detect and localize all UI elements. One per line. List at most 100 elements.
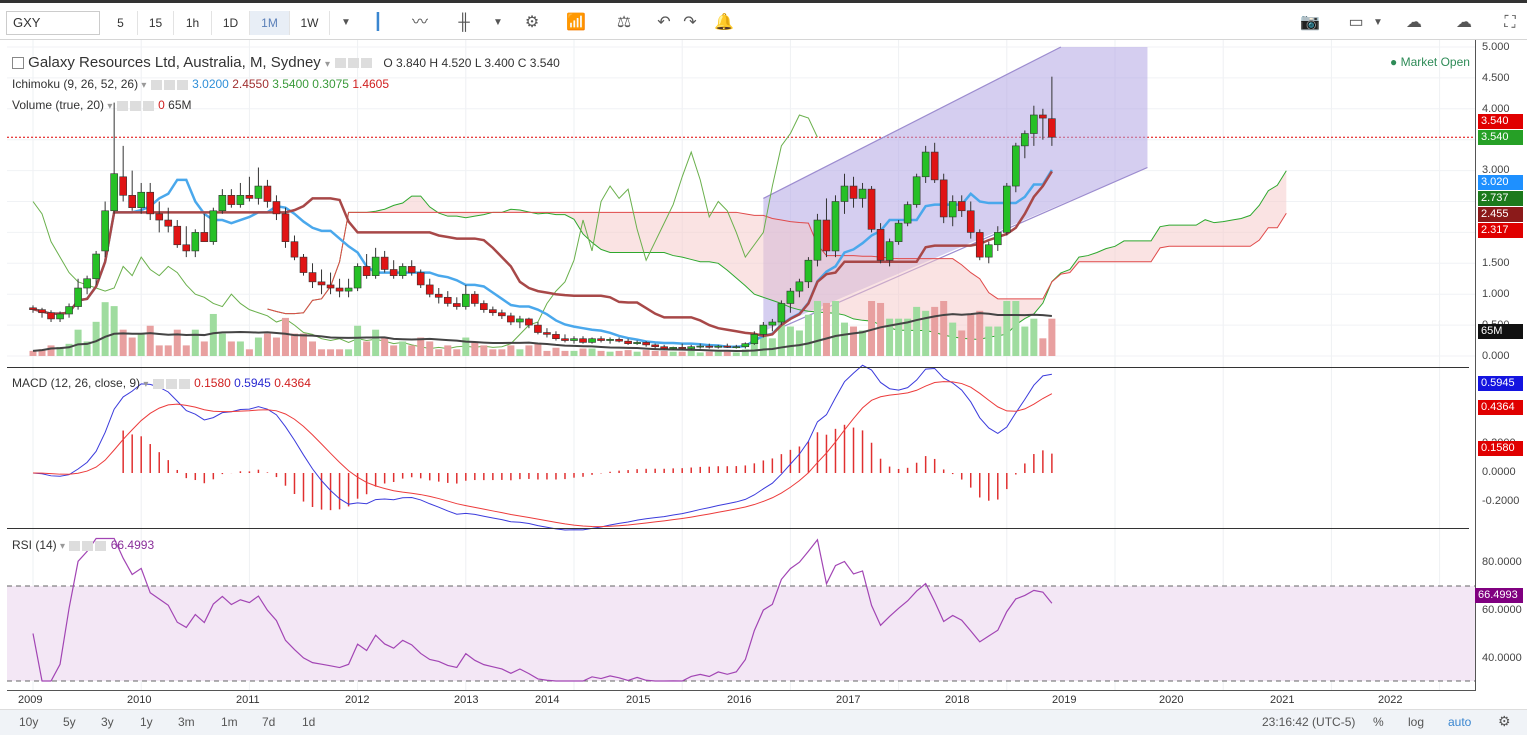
macd-legend[interactable]: MACD (12, 26, close, 9) ▾ 0.1580 0.5945 … <box>12 376 311 390</box>
chevron-down-icon[interactable]: ▾ <box>141 80 146 91</box>
chart-canvas[interactable] <box>0 40 1527 709</box>
volume-bar <box>994 326 1002 356</box>
redo-icon[interactable]: ↷ <box>674 11 706 35</box>
volume-bar <box>372 329 380 356</box>
market-status: ● Market Open <box>1390 55 1470 69</box>
eye-icon[interactable] <box>152 378 164 389</box>
gear-icon[interactable]: ⚙ <box>1498 713 1511 730</box>
volume-bar <box>1048 318 1056 356</box>
range-1m[interactable]: 1m <box>221 715 238 729</box>
low-value: 3.400 <box>484 56 515 70</box>
chevron-down-icon[interactable]: ▼ <box>482 11 514 35</box>
time-tick: 2013 <box>454 694 479 706</box>
candle-body <box>894 222 903 242</box>
interval-1w[interactable]: 1W <box>290 11 330 35</box>
candle-body <box>443 296 452 304</box>
close-icon[interactable] <box>142 100 154 111</box>
candle-body <box>236 195 245 205</box>
pane-separator[interactable] <box>7 528 1469 529</box>
eye-icon[interactable] <box>150 79 162 90</box>
volume-bar <box>669 351 677 356</box>
close-icon[interactable] <box>178 378 190 389</box>
candle-body <box>308 272 317 283</box>
range-5y[interactable]: 5y <box>63 715 76 729</box>
camera-icon[interactable]: 📷 <box>1294 11 1326 35</box>
eye-icon[interactable] <box>69 540 81 551</box>
chevron-down-icon[interactable]: ▾ <box>143 379 148 390</box>
candle-body <box>867 188 876 230</box>
volume-bar <box>254 337 262 356</box>
ichimoku-legend[interactable]: Ichimoku (9, 26, 52, 26) ▾ 3.0200 2.4550… <box>12 77 389 91</box>
volume-bar <box>137 333 145 356</box>
range-3y[interactable]: 3y <box>101 715 114 729</box>
candle-body <box>525 318 533 326</box>
collapse-icon[interactable] <box>12 57 24 70</box>
candle-body <box>389 269 398 276</box>
compare-icon[interactable]: ⚖ <box>608 11 640 35</box>
more-icon[interactable] <box>361 58 373 69</box>
interval-1m[interactable]: 1M <box>250 11 290 35</box>
candle-body <box>678 347 687 349</box>
log-toggle[interactable]: log <box>1408 715 1424 729</box>
alert-icon[interactable]: 🔔 <box>708 11 740 35</box>
symbol-title: Galaxy Resources Ltd, Australia, M, Sydn… <box>28 54 321 71</box>
volume-label: Volume (true, 20) <box>12 98 105 112</box>
open-label: O <box>383 56 393 70</box>
symbol-input[interactable]: GXY <box>6 11 100 35</box>
eye-icon[interactable] <box>116 100 128 111</box>
interval-1h[interactable]: 1h <box>174 11 212 35</box>
range-3m[interactable]: 3m <box>178 715 195 729</box>
close-icon[interactable] <box>176 79 188 90</box>
settings-icon[interactable] <box>163 79 175 90</box>
candle-body <box>110 173 118 212</box>
range-10y[interactable]: 10y <box>19 715 38 729</box>
candle-body <box>732 346 741 349</box>
volume-bar <box>507 345 515 356</box>
volume-bar <box>678 351 686 356</box>
fullscreen-icon[interactable]: ⛶ <box>1494 11 1526 35</box>
cloud-upload-icon[interactable]: ☁ <box>1448 11 1480 35</box>
range-7d[interactable]: 7d <box>262 715 275 729</box>
interval-1d[interactable]: 1D <box>212 11 250 35</box>
close-icon[interactable] <box>95 540 107 551</box>
interval-15[interactable]: 15 <box>138 11 174 35</box>
candle-body <box>939 179 948 218</box>
auto-toggle[interactable]: auto <box>1448 715 1471 729</box>
candles-icon[interactable]: ┃ <box>362 11 394 35</box>
volume-bar <box>723 351 731 356</box>
settings-icon[interactable] <box>129 100 141 111</box>
chevron-down-icon[interactable]: ▼ <box>330 11 362 35</box>
cloud-download-icon[interactable]: ☁ <box>1398 11 1430 35</box>
indicators-icon[interactable]: 📶 <box>560 11 592 35</box>
bar-chart-icon[interactable]: ╫ <box>448 11 480 35</box>
volume-bar <box>687 350 695 356</box>
range-1y[interactable]: 1y <box>140 715 153 729</box>
range-1d[interactable]: 1d <box>302 715 315 729</box>
eye-icon[interactable] <box>335 58 347 69</box>
volume-bar <box>354 325 362 356</box>
pane-separator[interactable] <box>7 367 1469 368</box>
percent-toggle[interactable]: % <box>1373 715 1384 729</box>
candle-body <box>588 338 596 343</box>
settings-icon[interactable] <box>82 540 94 551</box>
candle-body <box>101 210 109 252</box>
candle-body <box>507 315 515 323</box>
chevron-down-icon[interactable]: ▼ <box>1362 11 1394 35</box>
chevron-down-icon[interactable]: ▾ <box>107 101 112 112</box>
volume-bar <box>318 349 326 356</box>
area-chart-icon[interactable]: 〰 <box>404 11 436 35</box>
chevron-down-icon[interactable]: ▾ <box>60 541 65 552</box>
rsi-legend[interactable]: RSI (14) ▾ 66.4993 <box>12 538 154 552</box>
volume-bar <box>958 330 966 356</box>
volume-bar <box>209 313 217 356</box>
span-b-value: 1.4605 <box>352 77 390 91</box>
gear-icon[interactable]: ⚙ <box>516 11 548 35</box>
interval-5[interactable]: 5 <box>104 11 138 35</box>
volume-legend[interactable]: Volume (true, 20) ▾ 0 65M <box>12 98 191 112</box>
settings-icon[interactable] <box>165 378 177 389</box>
top-toolbar: GXY 5 15 1h 1D 1M 1W ▼ ┃ 〰 ╫ ▼ ⚙ 📶 ⚖ ↶ ↷… <box>0 0 1527 40</box>
candle-body <box>957 201 966 212</box>
chevron-down-icon[interactable]: ▾ <box>325 59 330 70</box>
candle-body <box>723 345 732 348</box>
settings-icon[interactable] <box>348 58 360 69</box>
